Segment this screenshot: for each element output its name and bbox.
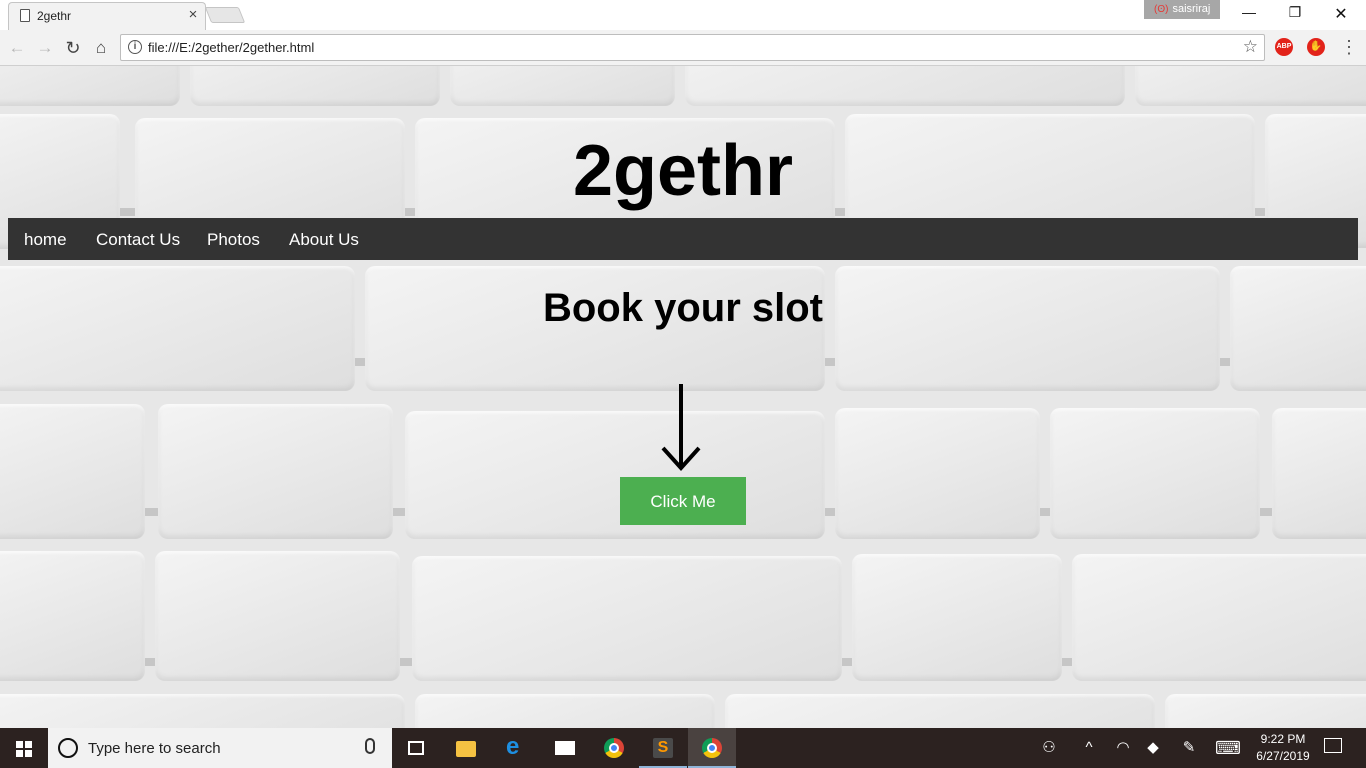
- chrome-icon[interactable]: [590, 728, 638, 768]
- action-center-icon[interactable]: [1324, 738, 1342, 753]
- page-viewport: 2gethr home Contact Us Photos About Us B…: [0, 66, 1366, 728]
- nav-link-photos[interactable]: Photos: [207, 230, 260, 250]
- show-hidden-icons-chevron-icon[interactable]: ^: [1076, 728, 1102, 768]
- clock-time: 9:22 PM: [1260, 732, 1306, 746]
- profile-name: saisriraj: [1172, 3, 1211, 15]
- bookmark-star-icon[interactable]: ☆: [1243, 37, 1258, 57]
- close-window-button[interactable]: ✕: [1318, 4, 1364, 24]
- site-title: 2gethr: [572, 131, 794, 211]
- site-navbar: home Contact Us Photos About Us: [8, 218, 1358, 260]
- minimize-button[interactable]: —: [1226, 4, 1272, 24]
- edge-browser-icon[interactable]: e: [491, 728, 539, 768]
- search-placeholder[interactable]: Type here to search: [88, 740, 221, 757]
- chrome-active-icon[interactable]: [688, 728, 736, 768]
- browser-toolbar: ← → ↻ ⌂ i file:///E:/2gether/2gether.htm…: [0, 30, 1366, 66]
- browser-menu-icon[interactable]: ⋮: [1340, 36, 1358, 58]
- profile-badge[interactable]: (ʘ) saisriraj: [1144, 0, 1220, 19]
- keyboard-icon[interactable]: ⌨: [1212, 728, 1244, 768]
- network-icon[interactable]: ◠: [1110, 728, 1136, 768]
- back-arrow-icon[interactable]: ←: [6, 37, 28, 59]
- restore-button[interactable]: ❐: [1272, 4, 1318, 24]
- taskbar-search-box[interactable]: Type here to search: [48, 728, 392, 768]
- clock-date: 6/27/2019: [1256, 749, 1310, 763]
- windows-taskbar: Type here to search e S ⚇ ^ ◠ ◆ ✎ ⌨ 9:22…: [0, 728, 1366, 768]
- stop-extension-icon[interactable]: ✋: [1307, 38, 1325, 56]
- new-tab-button[interactable]: [204, 7, 246, 23]
- taskbar-clock[interactable]: 9:22 PM 6/27/2019: [1250, 731, 1316, 765]
- cortana-icon[interactable]: [58, 738, 78, 758]
- microphone-icon[interactable]: [365, 738, 375, 754]
- click-me-button[interactable]: Click Me: [620, 477, 746, 525]
- forward-arrow-icon[interactable]: →: [34, 37, 56, 59]
- page-icon: [20, 9, 30, 22]
- browser-titlebar: 2gethr × (ʘ) saisriraj — ❐ ✕: [0, 0, 1366, 30]
- site-info-icon[interactable]: i: [128, 40, 142, 54]
- file-explorer-icon[interactable]: [442, 728, 490, 768]
- url-text[interactable]: file:///E:/2gether/2gether.html: [148, 40, 314, 55]
- down-arrow-icon: [661, 384, 701, 471]
- sublime-text-icon[interactable]: S: [639, 728, 687, 768]
- nav-link-contact-us[interactable]: Contact Us: [96, 230, 180, 250]
- nav-link-about-us[interactable]: About Us: [289, 230, 359, 250]
- profile-icon: (ʘ): [1154, 4, 1169, 15]
- dropbox-icon[interactable]: ◆: [1140, 728, 1166, 768]
- book-slot-heading: Book your slot: [542, 286, 824, 330]
- tab-title: 2gethr: [37, 9, 72, 23]
- pen-workspace-icon[interactable]: ✎: [1176, 728, 1202, 768]
- nav-link-home[interactable]: home: [24, 230, 67, 250]
- browser-tab[interactable]: 2gethr ×: [8, 2, 206, 30]
- address-bar[interactable]: i file:///E:/2gether/2gether.html ☆: [120, 34, 1265, 61]
- reload-icon[interactable]: ↻: [62, 37, 84, 59]
- windows-logo-icon: [16, 741, 32, 757]
- people-icon[interactable]: ⚇: [1036, 728, 1062, 768]
- start-button[interactable]: [0, 728, 48, 768]
- tab-close-icon[interactable]: ×: [185, 6, 201, 23]
- task-view-icon[interactable]: [392, 728, 440, 768]
- adblock-extension-icon[interactable]: ABP: [1275, 38, 1293, 56]
- mail-icon[interactable]: [541, 728, 589, 768]
- home-icon[interactable]: ⌂: [90, 37, 112, 59]
